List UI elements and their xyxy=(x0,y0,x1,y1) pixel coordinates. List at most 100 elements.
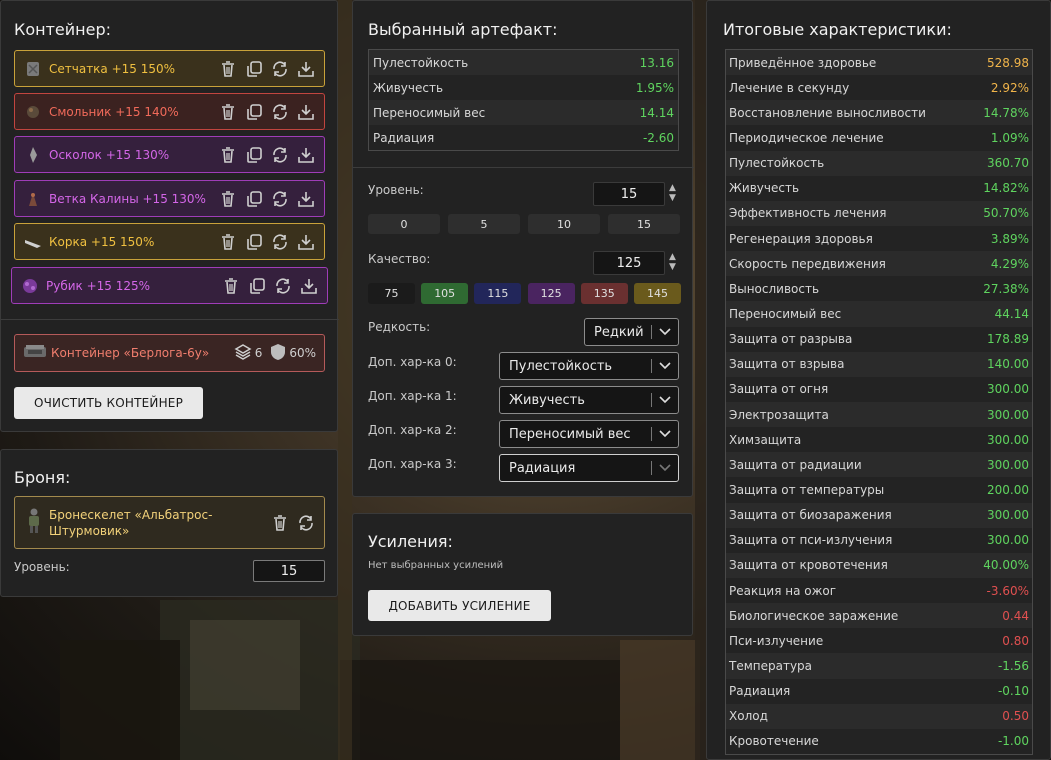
quality-stepper[interactable]: ▲ ▼ xyxy=(669,252,676,272)
container-slots: 6 xyxy=(234,343,262,364)
stat-name: Радиация xyxy=(373,130,435,145)
armor-icon xyxy=(25,508,43,538)
quality-preset-button[interactable]: 115 xyxy=(474,283,522,304)
quality-preset-button[interactable]: 125 xyxy=(527,283,575,304)
totals-row: Переносимый вес 44.14 xyxy=(726,301,1032,327)
artifact-icon xyxy=(23,102,43,122)
artifact-actions xyxy=(219,103,315,121)
totals-name: Регенерация здоровья xyxy=(729,231,873,246)
trash-icon[interactable] xyxy=(219,60,237,78)
totals-value: 360.70 xyxy=(987,156,1029,171)
artifact-row[interactable]: Осколок +15 130% xyxy=(14,136,325,173)
boosts-panel: Усиления: Нет выбранных усилений ДОБАВИТ… xyxy=(352,513,693,636)
stat-row: Переносимый вес 14.14 xyxy=(369,100,678,125)
copy-icon[interactable] xyxy=(248,277,266,295)
trash-icon[interactable] xyxy=(219,146,237,164)
totals-value: 1.09% xyxy=(990,130,1029,145)
container-protection: 60% xyxy=(270,343,316,364)
level-preset-button[interactable]: 10 xyxy=(528,214,600,234)
copy-icon[interactable] xyxy=(245,60,263,78)
download-icon[interactable] xyxy=(297,233,315,251)
totals-name: Скорость передвижения xyxy=(729,256,886,271)
copy-icon[interactable] xyxy=(245,190,263,208)
artifact-icon xyxy=(23,232,43,252)
download-icon[interactable] xyxy=(297,190,315,208)
refresh-icon[interactable] xyxy=(271,146,289,164)
extra-stat-label: Доп. хар-ка 2: xyxy=(368,423,457,437)
refresh-icon[interactable] xyxy=(274,277,292,295)
quality-label: Качество: xyxy=(368,252,431,266)
artifact-icon xyxy=(23,145,43,165)
totals-row: Реакция на ожог -3.60% xyxy=(726,577,1032,604)
totals-name: Радиация xyxy=(729,684,791,699)
extra-stat-value: Живучесть xyxy=(509,392,585,408)
totals-value: 2.92% xyxy=(990,80,1029,95)
quality-input[interactable]: 125 xyxy=(593,251,665,275)
level-stepper[interactable]: ▲ ▼ xyxy=(669,183,676,203)
quality-preset-button[interactable]: 135 xyxy=(580,283,628,304)
armor-level-input[interactable]: 15 xyxy=(253,560,325,582)
artifact-row[interactable]: Корка +15 150% xyxy=(14,223,325,260)
trash-icon[interactable] xyxy=(222,277,240,295)
extra-stat-select[interactable]: Радиация xyxy=(499,454,679,482)
artifact-icon xyxy=(23,189,43,209)
copy-icon[interactable] xyxy=(245,233,263,251)
container-protection-value: 60% xyxy=(289,346,316,360)
artifact-row[interactable]: Рубик +15 125% xyxy=(11,267,328,304)
totals-name: Живучесть xyxy=(729,181,800,196)
trash-icon[interactable] xyxy=(219,233,237,251)
quality-preset-button[interactable]: 145 xyxy=(634,283,681,304)
level-preset-button[interactable]: 5 xyxy=(448,214,520,234)
artifact-row[interactable]: Ветка Калины +15 130% xyxy=(14,180,325,217)
totals-name: Защита от биозаражения xyxy=(729,508,892,523)
totals-name: Защита от пси-излучения xyxy=(729,533,893,548)
armor-item[interactable]: Бронескелет «Альбатрос-Штурмовик» xyxy=(14,496,325,549)
copy-icon[interactable] xyxy=(245,146,263,164)
trash-icon[interactable] xyxy=(219,103,237,121)
stat-name: Живучесть xyxy=(373,80,444,95)
download-icon[interactable] xyxy=(297,103,315,121)
totals-value: 300.00 xyxy=(987,407,1029,422)
artifact-name: Рубик +15 125% xyxy=(46,278,151,293)
extra-stat-select[interactable]: Переносимый вес xyxy=(499,420,679,448)
quality-preset-button[interactable]: 105 xyxy=(421,283,469,304)
totals-name: Выносливость xyxy=(729,281,820,296)
layers-icon xyxy=(234,343,252,364)
stat-value: 13.16 xyxy=(639,55,674,70)
totals-name: Температура xyxy=(729,658,813,673)
refresh-icon[interactable] xyxy=(271,60,289,78)
download-icon[interactable] xyxy=(300,277,318,295)
artifact-name: Сетчатка +15 150% xyxy=(49,61,176,76)
extra-stat-select[interactable]: Пулестойкость xyxy=(499,352,679,380)
extra-stat-value: Радиация xyxy=(509,460,576,476)
chevron-down-icon xyxy=(652,464,678,472)
refresh-icon[interactable] xyxy=(271,190,289,208)
container-icon xyxy=(23,343,47,363)
rarity-select[interactable]: Редкий xyxy=(584,318,679,346)
download-icon[interactable] xyxy=(297,146,315,164)
refresh-icon[interactable] xyxy=(271,103,289,121)
copy-icon[interactable] xyxy=(245,103,263,121)
artifact-row[interactable]: Смольник +15 140% xyxy=(14,93,325,130)
download-icon[interactable] xyxy=(297,60,315,78)
totals-value: 50.70% xyxy=(983,206,1029,221)
stat-value: 1.95% xyxy=(635,80,674,95)
container-item[interactable]: Контейнер «Берлога-6у» 6 60% xyxy=(14,334,325,372)
totals-name: Восстановление выносливости xyxy=(729,105,926,120)
level-preset-button[interactable]: 0 xyxy=(368,214,440,234)
refresh-icon[interactable] xyxy=(271,233,289,251)
level-preset-button[interactable]: 15 xyxy=(608,214,680,234)
level-input[interactable]: 15 xyxy=(593,182,665,206)
totals-name: Эффективность лечения xyxy=(729,206,887,221)
trash-icon[interactable] xyxy=(219,190,237,208)
totals-value: 300.00 xyxy=(987,533,1029,548)
quality-preset-button[interactable]: 75 xyxy=(368,283,415,304)
artifact-row[interactable]: Сетчатка +15 150% xyxy=(14,50,325,87)
trash-icon[interactable] xyxy=(271,514,289,532)
extra-stat-select[interactable]: Живучесть xyxy=(499,386,679,414)
add-boost-button[interactable]: ДОБАВИТЬ УСИЛЕНИЕ xyxy=(368,590,551,621)
totals-row: Защита от температуры 200.00 xyxy=(726,477,1032,503)
totals-value: 0.80 xyxy=(1002,633,1029,648)
refresh-icon[interactable] xyxy=(297,514,315,532)
clear-container-button[interactable]: ОЧИСТИТЬ КОНТЕЙНЕР xyxy=(14,387,203,419)
